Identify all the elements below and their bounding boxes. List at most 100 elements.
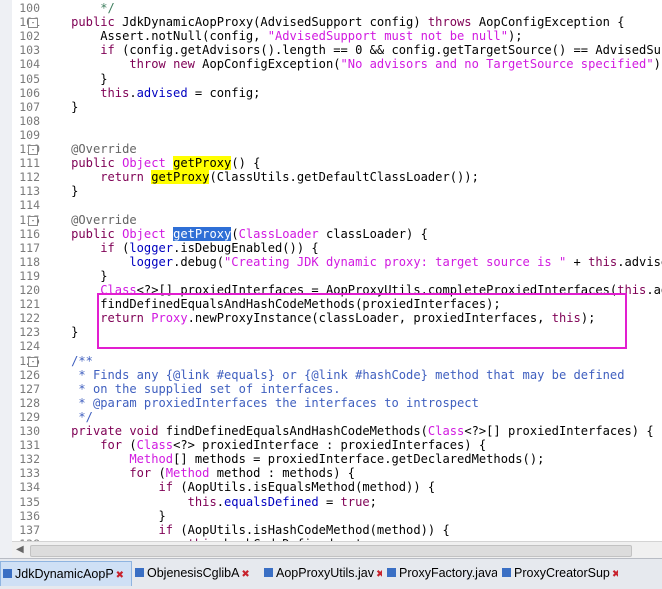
code-line[interactable]: 113 } — [19, 184, 78, 198]
fold-toggle-icon[interactable]: - — [28, 18, 38, 29]
code-line[interactable]: 131 for (Class<?> proxiedInterface : pro… — [19, 438, 487, 453]
close-x-icon[interactable]: ✖ — [376, 569, 382, 580]
code-token: ); — [508, 29, 523, 44]
code-token: (ClassUtils.getDefaultClassLoader()); — [209, 170, 479, 185]
code-line[interactable]: 111 public Object getProxy() { — [19, 156, 260, 171]
code-line[interactable]: 137 if (AopUtils.isHashCodeMethod(method… — [19, 523, 450, 537]
editor-tab[interactable]: ProxyFactory.java✖ — [385, 561, 497, 585]
code-line[interactable]: 106 this.advised = config; — [19, 85, 260, 100]
fold-toggle-icon[interactable]: - — [28, 145, 38, 155]
code-token: } — [42, 268, 108, 283]
line-number: 106 — [19, 85, 40, 100]
line-number: 104 — [19, 57, 40, 72]
code-line[interactable]: 115- @Override — [19, 213, 136, 227]
code-line[interactable]: 100 */ — [19, 1, 115, 15]
code-line[interactable]: 127 * on the supplied set of interfaces. — [19, 381, 341, 396]
code-line[interactable]: 102 Assert.notNull(config, "AdvisedSuppo… — [19, 29, 523, 44]
code-line[interactable]: 116 public Object getProxy(ClassLoader c… — [19, 226, 428, 241]
code-token: return — [100, 170, 144, 185]
code-line[interactable]: 117 if (logger.isDebugEnabled()) { — [19, 240, 318, 255]
tab-label: ProxyFactory.java — [399, 566, 497, 580]
code-line[interactable]: 126 * Finds any {@link #equals} or {@lin… — [19, 368, 624, 382]
code-line[interactable]: 119 } — [19, 268, 108, 283]
code-line[interactable]: 101- public JdkDynamicAopProxy(AdvisedSu… — [19, 15, 624, 30]
code-line[interactable]: 103 if (config.getAdvisors().length == 0… — [19, 43, 662, 57]
code-token: * on the supplied set of interfaces. — [42, 381, 341, 396]
code-token: getProxy — [173, 156, 232, 171]
java-file-icon — [502, 568, 511, 577]
code-line[interactable]: 104 throw new AopConfigException("No adv… — [19, 57, 662, 72]
line-number: 109 — [19, 127, 40, 142]
code-token: Class — [136, 438, 174, 453]
code-token: /** — [42, 353, 93, 368]
code-line[interactable]: 134 if (AopUtils.isEqualsMethod(method))… — [19, 480, 435, 494]
close-x-icon[interactable]: ✖ — [116, 570, 124, 581]
code-token: Class — [427, 424, 465, 438]
code-token: public — [71, 15, 115, 30]
tab-label: ObjenesisCglibA — [147, 566, 240, 580]
code-line[interactable]: 105 } — [19, 72, 107, 86]
code-line[interactable]: 135 this.equalsDefined = true; — [19, 494, 377, 509]
code-line[interactable]: 132 Method[] methods = proxiedInterface.… — [19, 452, 544, 466]
code-token: equalsDefined — [224, 494, 319, 509]
close-x-icon[interactable]: ✖ — [241, 569, 249, 580]
editor-tab[interactable]: AopProxyUtils.jav ✖ — [262, 561, 382, 585]
code-token: + — [566, 254, 589, 269]
line-number: 114 — [19, 198, 40, 213]
line-number: 122 — [19, 311, 40, 326]
fold-toggle-icon[interactable]: - — [28, 356, 38, 367]
line-number: 118 — [19, 254, 40, 269]
editor-tab[interactable]: ObjenesisCglibA ✖ — [133, 561, 259, 585]
code-line[interactable]: 125- /** — [19, 353, 93, 368]
code-token: throw — [129, 57, 166, 72]
horizontal-scrollbar[interactable]: ◀ — [12, 541, 662, 559]
code-line[interactable]: 123 } — [19, 325, 79, 340]
code-line[interactable]: 110- @Override — [19, 142, 136, 156]
code-line[interactable]: 112 return getProxy(ClassUtils.getDefaul… — [19, 170, 479, 185]
code-line[interactable]: 128 * @param proxiedInterfaces the inter… — [19, 396, 479, 410]
code-line[interactable]: 133 for (Method method : methods) { — [19, 466, 355, 480]
fold-toggle-icon[interactable]: - — [28, 215, 38, 226]
code-token: getProxy — [151, 170, 210, 185]
editor-tab[interactable]: JdkDynamicAopP ✖ — [0, 561, 132, 586]
code-token: logger — [129, 254, 174, 269]
scroll-left-arrow-icon[interactable]: ◀ — [16, 543, 28, 556]
code-token: public — [71, 226, 115, 241]
line-number: 124 — [19, 339, 40, 354]
line-number: 126 — [19, 367, 40, 382]
code-token: <?> proxiedInterface : proxiedInterfaces… — [173, 438, 487, 453]
java-file-icon — [264, 568, 273, 577]
code-token: this — [100, 85, 130, 100]
line-number: 132 — [19, 452, 40, 467]
code-token: . — [216, 494, 225, 509]
code-line[interactable]: 107 } — [19, 99, 79, 114]
scrollbar-thumb[interactable] — [30, 545, 632, 557]
code-token: <?>[] proxiedInterfaces) { — [464, 424, 654, 438]
code-line[interactable]: 129 */ — [19, 410, 93, 424]
code-token: getProxy — [173, 226, 232, 241]
close-x-icon[interactable]: ✖ — [612, 569, 618, 580]
editor-tab[interactable]: ProxyCreatorSup ✖ — [500, 561, 618, 585]
code-token: ( — [114, 240, 130, 255]
line-number: 130 — [19, 424, 40, 438]
line-number: 102 — [19, 29, 40, 44]
code-editor[interactable]: 100 */101- public JdkDynamicAopProxy(Adv… — [19, 0, 662, 541]
code-line[interactable]: 136 } — [19, 509, 166, 523]
line-number: 116 — [19, 226, 40, 241]
code-token: ( — [122, 438, 137, 453]
code-line[interactable]: 118 logger.debug("Creating JDK dynamic p… — [19, 254, 662, 269]
code-token: } — [42, 325, 79, 340]
code-line[interactable]: 130 private void findDefinedEqualsAndHas… — [19, 424, 654, 438]
code-token: } — [42, 99, 79, 114]
line-number: 117 — [19, 240, 40, 255]
code-token: "AdvisedSupport must not be null" — [267, 29, 508, 44]
java-file-icon — [387, 568, 396, 577]
